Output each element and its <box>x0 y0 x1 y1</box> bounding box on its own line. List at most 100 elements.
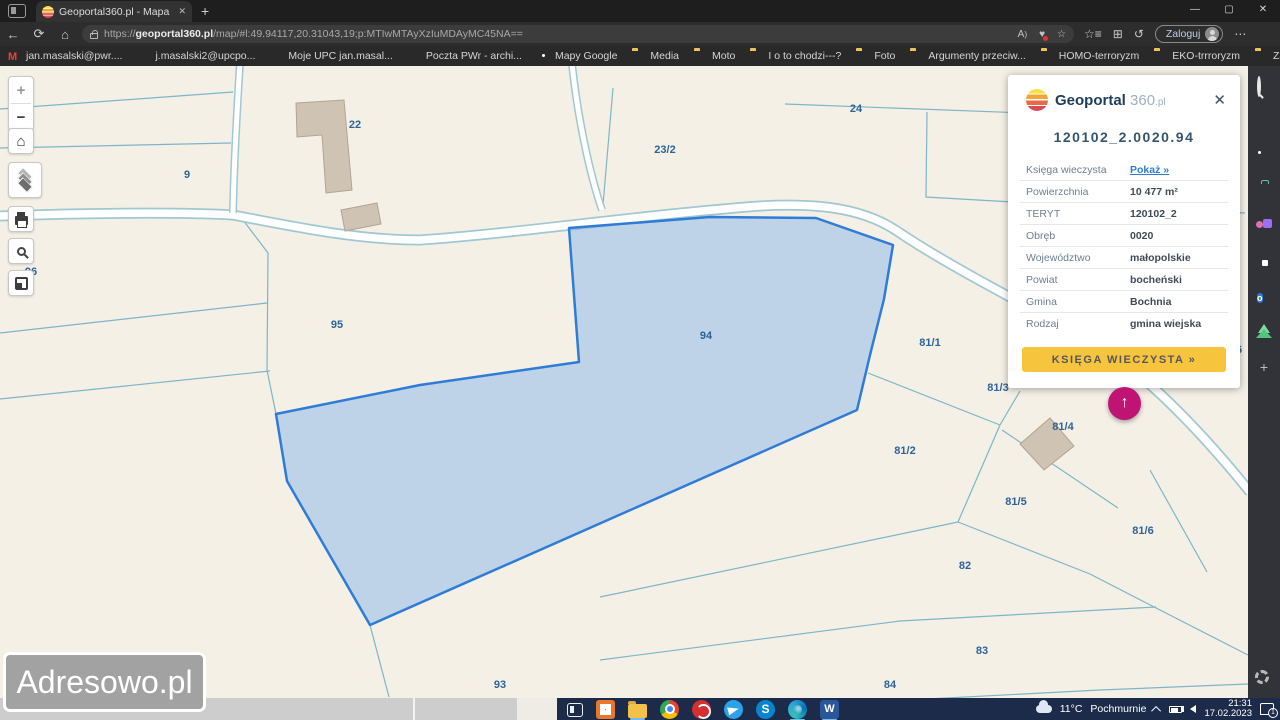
bookmark-item-10[interactable]: HOMO-terroryzm <box>1041 50 1140 62</box>
sidebar-discover-icon[interactable] <box>1255 113 1273 131</box>
bookmark-item-7[interactable]: I o to chodzi---? <box>750 50 841 62</box>
volume-icon[interactable] <box>1181 705 1197 713</box>
folder-icon <box>632 51 645 62</box>
browser-titlebar: Geoportal360.pl - Mapa Interakty ✕ + — ▢… <box>0 0 1280 22</box>
parcel-attribute-row-7: Rodzaj gmina wiejska <box>1020 313 1228 335</box>
bookmark-label: Foto <box>874 50 896 62</box>
window-close-button[interactable]: ✕ <box>1246 0 1280 22</box>
login-button[interactable]: Zaloguj <box>1154 25 1224 43</box>
sidebar-outlook-icon[interactable]: o <box>1255 288 1273 306</box>
bookmark-item-1[interactable]: j.masalski2@upcpo... <box>137 50 255 62</box>
edge-icon[interactable] <box>788 699 807 720</box>
ksiega-wieczysta-button[interactable]: KSIĘGA WIECZYSTA » <box>1022 347 1226 372</box>
task-view-icon[interactable] <box>567 703 583 718</box>
bookmark-item-4[interactable]: Mapy Google <box>537 50 617 62</box>
sidebar-tree-icon[interactable] <box>1255 323 1273 341</box>
more-menu-icon[interactable]: ⋯ <box>1234 27 1246 41</box>
bookmark-item-2[interactable]: Moje UPC jan.masal... <box>270 50 392 62</box>
attribute-label: Województwo <box>1026 251 1091 264</box>
office-app-icon[interactable] <box>596 699 615 719</box>
bookmark-item-0[interactable]: Mjan.masalski@pwr.... <box>8 50 122 62</box>
screen: Geoportal360.pl - Mapa Interakty ✕ + — ▢… <box>0 0 1280 720</box>
add-favorite-icon[interactable]: ☆ <box>1057 29 1066 40</box>
sidebar-settings-icon[interactable] <box>1255 670 1269 684</box>
skype-icon[interactable]: S <box>756 699 775 719</box>
parcel-id: 120102_2.0020.94 <box>1053 129 1195 145</box>
notification-icon[interactable]: 1 <box>1260 703 1278 718</box>
mail-icon <box>408 51 421 62</box>
refresh-button[interactable]: ⟳ <box>26 26 52 42</box>
bookmark-label: Poczta PWr - archi... <box>425 50 522 62</box>
word-icon[interactable]: W <box>820 699 839 720</box>
brand-name: Geoportal 360.pl <box>1055 91 1166 109</box>
opera-icon[interactable] <box>692 699 711 719</box>
weather-temp[interactable]: 11°C <box>1060 703 1083 715</box>
parcel-attribute-row-4: Województwo małopolskie <box>1020 247 1228 269</box>
parcel-attribute-row-2: TERYT 120102_2 <box>1020 203 1228 225</box>
clock[interactable]: 21:31 17.02.2023 <box>1204 699 1252 719</box>
pokaz-link[interactable]: Pokaż » <box>1130 164 1169 176</box>
sidebar-tools-icon[interactable] <box>1255 183 1273 201</box>
weather-condition[interactable]: Pochmurnie <box>1090 703 1146 715</box>
parcel-label-81-5: 81/5 <box>1005 496 1026 508</box>
browser-tab[interactable]: Geoportal360.pl - Mapa Interakty ✕ <box>36 1 192 22</box>
collections-icon[interactable]: ⊞ <box>1113 27 1123 41</box>
window-minimize-button[interactable]: — <box>1178 0 1212 22</box>
bookmark-item-6[interactable]: Moto <box>694 50 735 62</box>
chrome-icon[interactable] <box>660 699 679 719</box>
parcel-label-94: 94 <box>700 330 713 342</box>
gmail-icon: M <box>8 50 18 63</box>
parcel-attributes-table: Księga wieczysta Pokaż » Powierzchnia 10 47… <box>1020 159 1228 335</box>
geoportal-logo-icon <box>1026 89 1048 111</box>
attribute-value: gmina wiejska <box>1130 318 1202 330</box>
url-text[interactable]: https://geoportal360.pl/map/#l:49.94117,… <box>104 28 1012 40</box>
layers-control[interactable] <box>8 162 42 198</box>
geoportal-favicon-icon <box>42 5 54 18</box>
tray-date: 17.02.2023 <box>1204 708 1252 719</box>
parcel-label-81-2: 81/2 <box>894 445 915 457</box>
panel-close-icon[interactable]: ✕ <box>1213 91 1226 109</box>
home-button[interactable]: ⌂ <box>52 27 78 42</box>
new-tab-button[interactable]: + <box>201 3 209 19</box>
sidebar-add-icon[interactable]: + <box>1255 358 1273 376</box>
weather-cloud-icon[interactable] <box>1035 700 1052 713</box>
bookmark-item-9[interactable]: Argumenty przeciw... <box>910 50 1025 62</box>
bookmark-item-3[interactable]: Poczta PWr - archi... <box>408 50 522 62</box>
bookmark-item-11[interactable]: EKO-trrroryzm <box>1154 50 1240 62</box>
search-control[interactable] <box>8 238 34 264</box>
read-aloud-icon[interactable]: A) <box>1018 29 1027 40</box>
home-control[interactable]: ⌂ <box>8 128 34 154</box>
parcel-attribute-row-5: Powiat bocheński <box>1020 269 1228 291</box>
scroll-up-fab[interactable]: ↑ <box>1108 387 1141 420</box>
tab-actions-icon[interactable] <box>8 4 26 18</box>
bookmark-label: Mapy Google <box>554 50 618 62</box>
zoom-in-button[interactable]: + <box>8 77 34 103</box>
print-control[interactable] <box>8 206 34 232</box>
back-button[interactable]: ← <box>0 27 26 42</box>
address-bar[interactable]: https://geoportal360.pl/map/#l:49.94117,… <box>82 25 1074 43</box>
attribute-value: małopolskie <box>1130 251 1191 264</box>
telegram-icon[interactable] <box>724 699 743 719</box>
browser-essentials-icon[interactable]: ♥ <box>1039 29 1048 41</box>
favorites-icon[interactable]: ☆≡ <box>1084 27 1102 41</box>
parcel-attribute-row-1: Powierzchnia 10 477 m² <box>1020 181 1228 203</box>
sidebar-games-icon[interactable] <box>1255 218 1273 236</box>
file-explorer-icon[interactable] <box>628 700 647 720</box>
parcel-label-81-4: 81/4 <box>1052 421 1074 433</box>
tab-close-icon[interactable]: ✕ <box>178 6 186 17</box>
legend-icon <box>14 276 28 290</box>
tray-expand-icon[interactable] <box>1151 705 1162 716</box>
attribute-label: TERYT <box>1026 207 1061 220</box>
bookmark-item-5[interactable]: Media <box>632 50 679 62</box>
bookmark-item-12[interactable]: Zakupy <box>1255 50 1280 62</box>
upc-account-icon <box>270 51 283 62</box>
sidebar-shopping-icon[interactable] <box>1255 148 1273 166</box>
bookmark-item-8[interactable]: Foto <box>856 50 895 62</box>
history-icon[interactable]: ↺ <box>1134 27 1144 41</box>
window-maximize-button[interactable]: ▢ <box>1212 0 1246 22</box>
zoom-out-button[interactable]: − <box>8 104 34 130</box>
home-icon: ⌂ <box>16 132 26 150</box>
legend-control[interactable] <box>8 270 34 296</box>
sidebar-office-icon[interactable] <box>1255 253 1273 271</box>
sidebar-search-icon[interactable] <box>1255 76 1273 97</box>
